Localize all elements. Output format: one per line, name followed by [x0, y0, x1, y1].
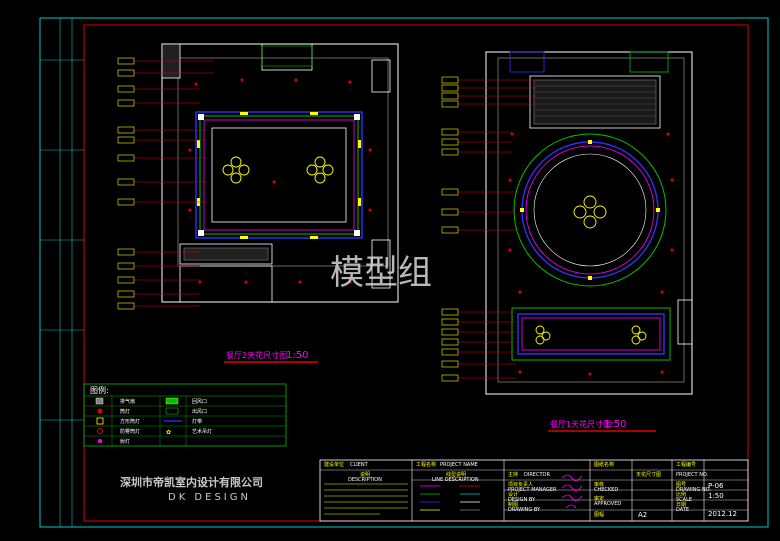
project-label: 工程名称: [416, 461, 436, 468]
drawing-no-value: P-06: [708, 482, 724, 490]
legend-label-3: 方形筒灯: [120, 418, 140, 425]
sheet-label: 图幅: [594, 511, 604, 518]
description-label-en: DESCRIPTION: [348, 477, 382, 483]
fog-proof-light-icon: [97, 428, 103, 434]
project-no-label: 工程编号: [676, 461, 696, 468]
right-plan-caption: 餐厅1天花尺寸图: [550, 419, 611, 429]
art-chandelier-icon: ✿: [166, 429, 171, 436]
left-ceiling-plan: 餐厅2天花尺寸图 1:50: [117, 43, 399, 363]
downlight-icon: [97, 408, 103, 414]
legend-label-5: 射灯: [120, 438, 130, 445]
sheet-value: A2: [638, 511, 647, 519]
right-plan-scale: 1:50: [604, 419, 626, 430]
left-plan-scale: 1:50: [286, 350, 308, 361]
spotlight-icon: [98, 439, 102, 443]
drawing-by-label-en: DRAWING BY: [508, 507, 541, 513]
date-label-en: DATE: [676, 507, 689, 513]
right-ceiling-plan: 餐厅1天花尺寸图 1:50: [441, 51, 693, 432]
return-vent-icon: [165, 397, 179, 405]
company-name-en: DK DESIGN: [168, 492, 251, 503]
legend-label-4: 防雾筒灯: [120, 428, 140, 435]
scale-value: 1:50: [708, 492, 724, 500]
cad-drawing-sheet: 餐厅2天花尺寸图 1:50 餐厅1天花尺寸图 1:50 图例: 排气扇 筒灯 方…: [39, 17, 769, 528]
checked-label-en: CHECKED: [594, 487, 618, 493]
drawing-title-label: 图纸名称: [594, 461, 614, 468]
legend-label2-4: 艺术吊灯: [192, 428, 212, 435]
company-name-cn: 深圳市帝凯室内设计有限公司: [120, 475, 263, 489]
exhaust-fan-icon: [95, 397, 104, 405]
watermark: 模型组: [330, 253, 432, 293]
legend-box: 图例: 排气扇 筒灯 方形筒灯 防雾筒灯 射灯 ✿ 回风口 出风口 灯带 艺术吊…: [83, 383, 287, 447]
legend-label-2: 筒灯: [120, 408, 130, 415]
legend-title: 图例:: [90, 385, 109, 395]
square-downlight-icon: [96, 417, 104, 425]
legend-label2-2: 出风口: [192, 408, 207, 415]
line-desc-label-en: LINE DESCRIPTION: [432, 477, 479, 483]
left-plan-caption: 餐厅2天花尺寸图: [226, 350, 287, 360]
drawing-title-value: 天花尺寸图: [636, 471, 661, 478]
director-label-en: DIRECTOR: [524, 472, 550, 478]
approved-label-en: APPROVED: [594, 501, 621, 507]
client-label-en: CLIENT: [350, 462, 369, 468]
legend-label2-3: 灯带: [192, 418, 202, 425]
project-no-label-en: PROJECT NO.: [676, 472, 709, 478]
legend-label-1: 排气扇: [120, 398, 135, 405]
project-label-en: PROJECT NAME: [440, 462, 478, 468]
binding-margin: [40, 18, 84, 527]
legend-label2-1: 回风口: [192, 399, 207, 405]
director-label: 主持: [508, 471, 518, 478]
title-block: 建设单位 CLIENT 说明 DESCRIPTION 工程名称 PROJECT …: [319, 459, 749, 522]
client-label: 建设单位: [324, 461, 344, 468]
supply-vent-icon: [165, 407, 179, 415]
date-value: 2012.12: [708, 510, 737, 518]
